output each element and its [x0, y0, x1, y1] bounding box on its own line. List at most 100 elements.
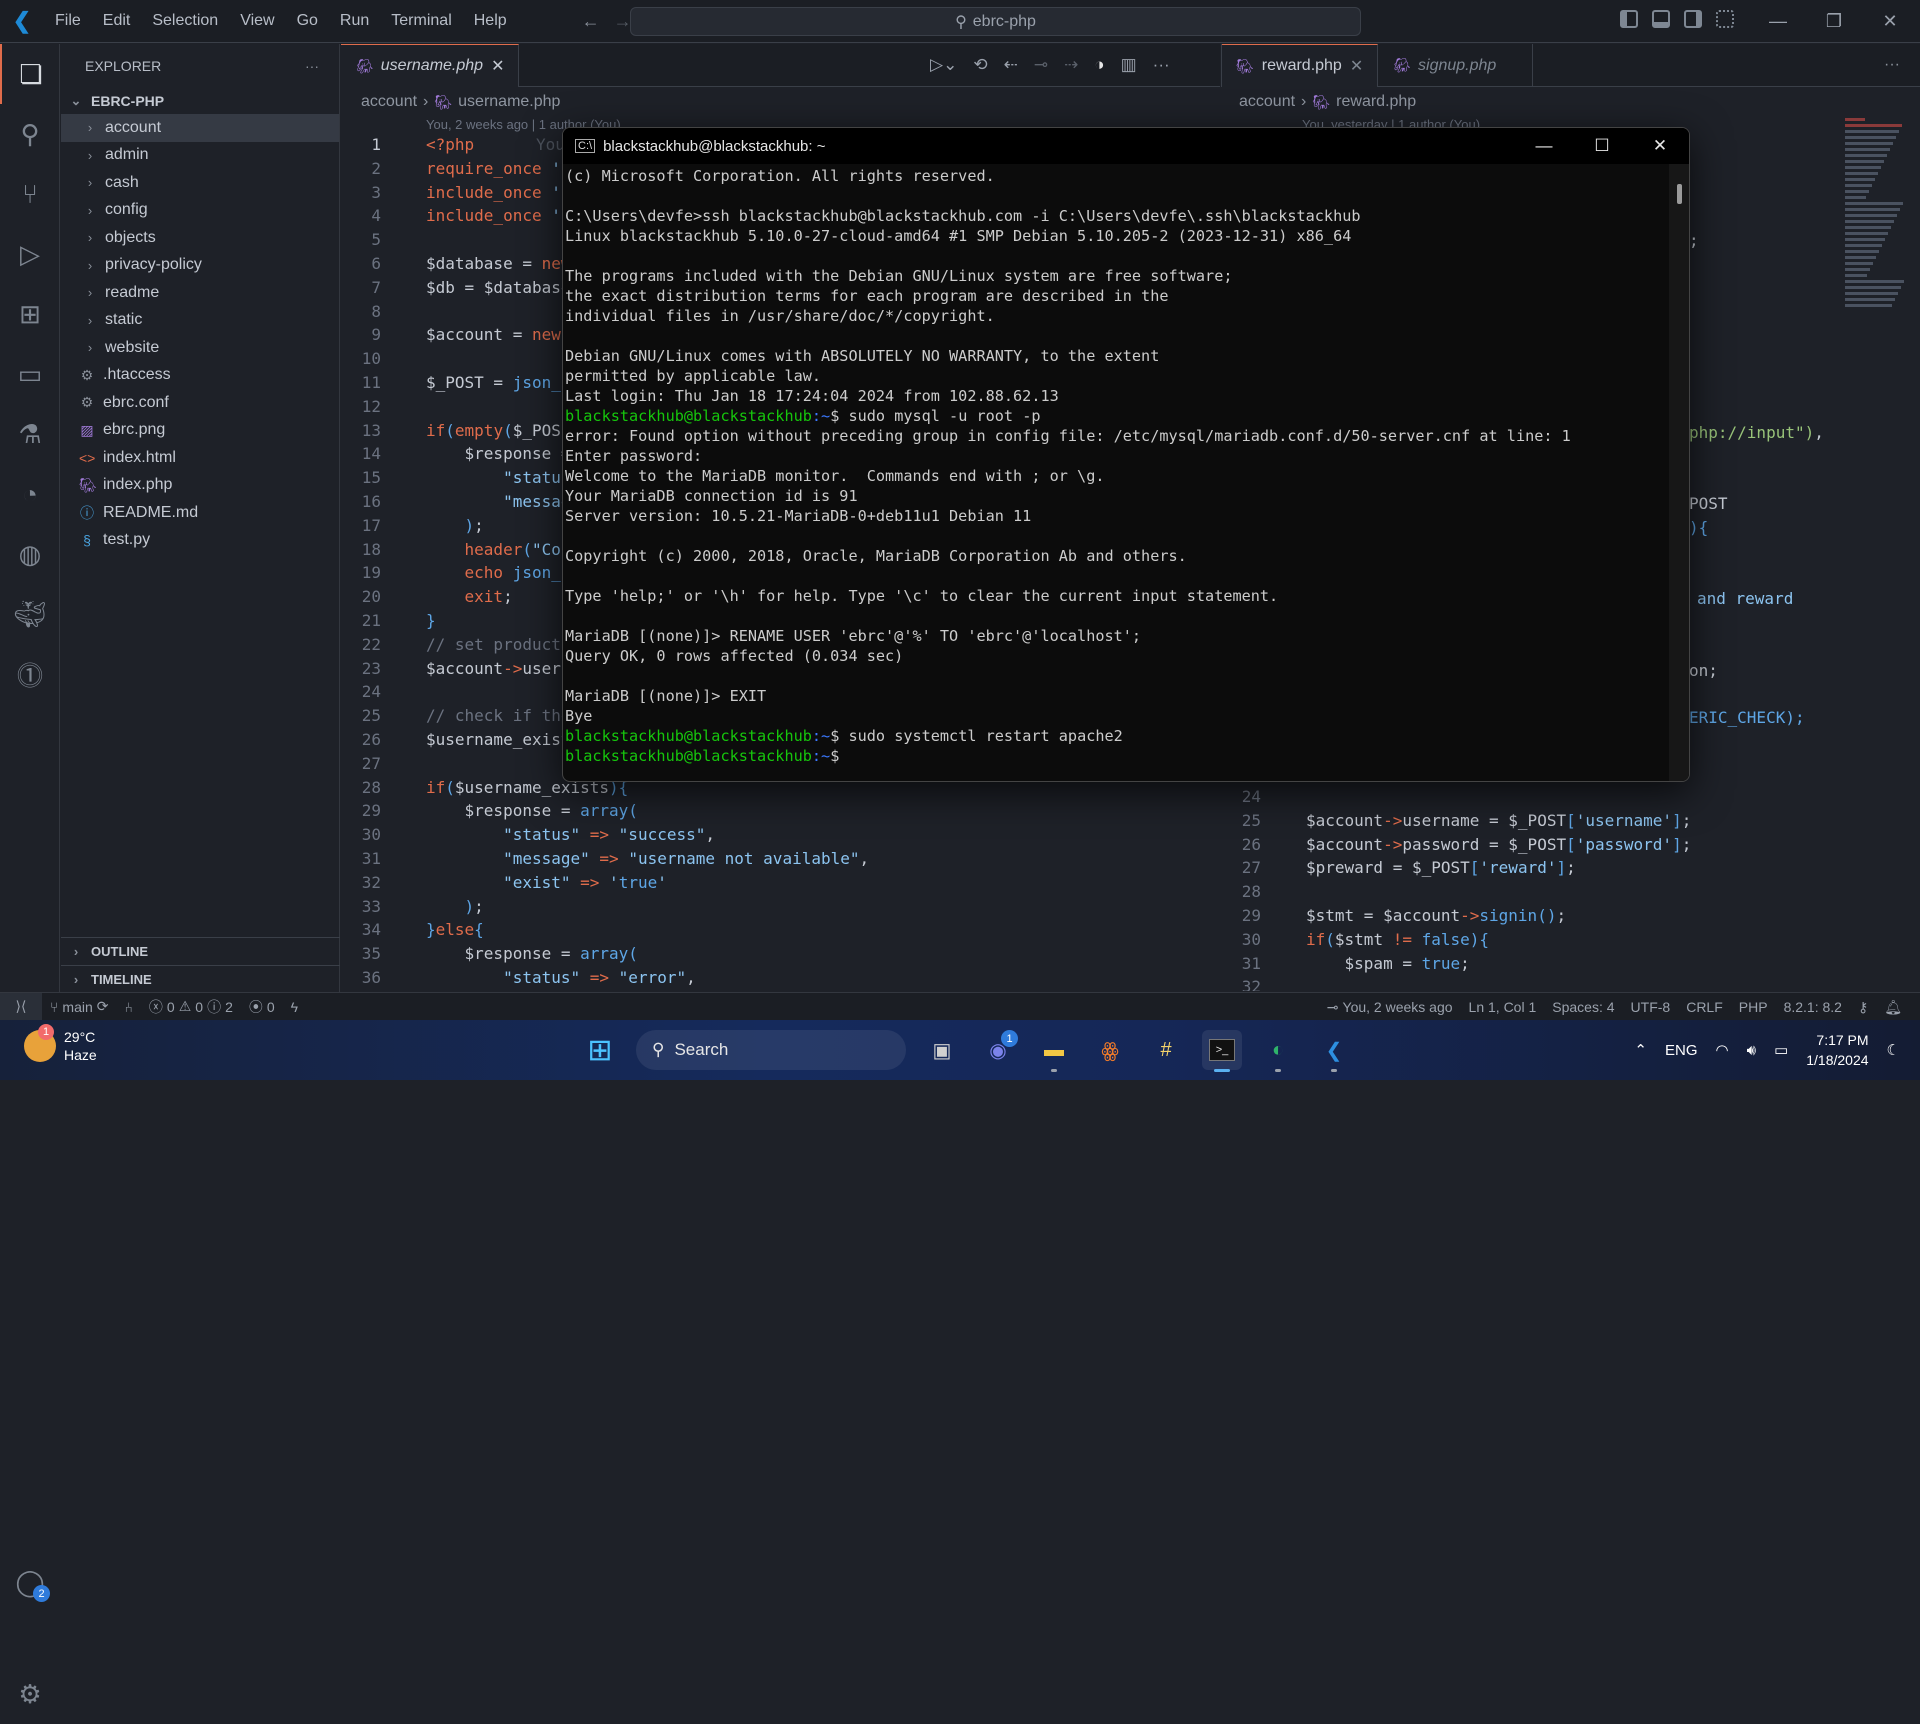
taskbar-app-terminal[interactable]: >_: [1202, 1030, 1242, 1072]
terminal-scrollbar[interactable]: [1669, 164, 1689, 781]
git-graph-icon[interactable]: ◔: [0, 464, 60, 524]
settings-gear-icon[interactable]: ⚙: [0, 1664, 60, 1724]
breadcrumb-folder[interactable]: account: [361, 93, 417, 111]
folder-readme[interactable]: › readme: [61, 279, 339, 307]
file-ebrc.png[interactable]: ▨ ebrc.png: [61, 417, 339, 445]
taskbar-app-edge[interactable]: ◐: [1258, 1030, 1298, 1072]
customize-layout-icon[interactable]: [1716, 10, 1734, 28]
taskbar-search[interactable]: ⚲ Search: [636, 1030, 906, 1070]
close-tab-icon[interactable]: ✕: [491, 56, 504, 76]
taskbar-app-vscode[interactable]: ❮: [1314, 1030, 1354, 1072]
terminal-window[interactable]: C:\ blackstackhub@blackstackhub: ~ — ☐ ✕…: [562, 127, 1690, 782]
restore-icon[interactable]: ❐: [1806, 11, 1862, 32]
folder-website[interactable]: › website: [61, 334, 339, 362]
workspace-root[interactable]: ⌄ EBRC-PHP: [61, 88, 339, 114]
menu-item-run[interactable]: Run: [329, 12, 380, 30]
timeline-history-icon[interactable]: ⟲: [973, 55, 987, 75]
extensions-icon[interactable]: ⊞: [0, 284, 60, 344]
minimize-icon[interactable]: —: [1515, 128, 1573, 164]
previous-change-icon[interactable]: ⇠: [1004, 55, 1018, 75]
outline-section[interactable]: › OUTLINE: [61, 937, 340, 965]
back-arrow-icon[interactable]: ←: [582, 11, 600, 32]
notifications-bell-icon[interactable]: 🔔︎: [1876, 999, 1910, 1016]
wifi-icon[interactable]: ◠: [1716, 1041, 1729, 1059]
tab-username-php[interactable]: 🐘︎ username.php ✕: [341, 44, 520, 87]
more-actions-icon[interactable]: ···: [1884, 56, 1900, 74]
menu-item-edit[interactable]: Edit: [92, 12, 142, 30]
indentation[interactable]: Spaces: 4: [1544, 999, 1622, 1015]
battery-icon[interactable]: ▭: [1774, 1041, 1788, 1059]
line-ending[interactable]: CRLF: [1678, 999, 1731, 1015]
taskbar-app-teams[interactable]: ◉ 1: [978, 1030, 1018, 1070]
run-icon[interactable]: ▷⌄: [930, 55, 957, 75]
minimize-icon[interactable]: —: [1750, 11, 1806, 32]
start-button[interactable]: ⊞: [580, 1030, 620, 1070]
toggle-panel-icon[interactable]: [1652, 10, 1670, 28]
scrollbar-thumb[interactable]: [1677, 184, 1682, 204]
split-editor-icon[interactable]: ▥: [1121, 55, 1137, 75]
language-mode[interactable]: PHP: [1731, 999, 1776, 1015]
input-language[interactable]: ENG: [1665, 1042, 1698, 1059]
folder-objects[interactable]: › objects: [61, 224, 339, 252]
tab-signup-php[interactable]: 🐘︎ signup.php: [1378, 44, 1534, 87]
clock[interactable]: 7:17 PM 1/18/2024: [1806, 1030, 1868, 1070]
taskbar-app-notepad[interactable]: #: [1146, 1030, 1186, 1070]
github-icon[interactable]: ◍: [0, 524, 60, 584]
gitlens-icon[interactable]: ⓵: [0, 644, 60, 704]
git-commit-icon[interactable]: ⊸: [1034, 55, 1048, 75]
more-actions-icon[interactable]: ···: [305, 58, 319, 74]
folder-privacy-policy[interactable]: › privacy-policy: [61, 252, 339, 280]
cursor-position[interactable]: Ln 1, Col 1: [1461, 999, 1545, 1015]
toggle-primary-sidebar-icon[interactable]: [1620, 10, 1638, 28]
maximize-icon[interactable]: ☐: [1573, 128, 1631, 164]
toggle-secondary-sidebar-icon[interactable]: [1684, 10, 1702, 28]
do-not-disturb-moon-icon[interactable]: ☾: [1887, 1041, 1900, 1059]
source-control-icon[interactable]: ⑂: [0, 164, 60, 224]
taskbar-app-xampp[interactable]: ꙮ: [1090, 1030, 1130, 1070]
menu-item-go[interactable]: Go: [286, 12, 329, 30]
remote-indicator-icon[interactable]: ⟩⟨: [0, 992, 42, 1021]
explorer-icon[interactable]: ❏: [0, 44, 60, 104]
key-icon[interactable]: ⚷: [1850, 999, 1876, 1016]
encoding[interactable]: UTF-8: [1623, 999, 1679, 1015]
remote-explorer-icon[interactable]: ▭: [0, 344, 60, 404]
file-.htaccess[interactable]: ⚙ .htaccess: [61, 362, 339, 390]
run-debug-icon[interactable]: ▷: [0, 224, 60, 284]
close-tab-icon[interactable]: ✕: [1350, 56, 1363, 76]
php-version[interactable]: 8.2.1: 8.2: [1776, 999, 1850, 1015]
file-test.py[interactable]: § test.py: [61, 527, 339, 555]
testing-icon[interactable]: ⚗: [0, 404, 60, 464]
menu-item-view[interactable]: View: [229, 12, 285, 30]
breadcrumb-file[interactable]: reward.php: [1336, 93, 1416, 111]
close-icon[interactable]: ✕: [1862, 11, 1918, 32]
folder-cash[interactable]: › cash: [61, 169, 339, 197]
sync-icon[interactable]: ⟳: [97, 998, 109, 1015]
weather-widget[interactable]: 1 29°C Haze: [24, 1024, 97, 1064]
menu-item-help[interactable]: Help: [463, 12, 518, 30]
tab-reward-php[interactable]: 🐘︎ reward.php ✕: [1222, 44, 1379, 87]
next-change-icon[interactable]: ⇢: [1064, 55, 1078, 75]
menu-item-selection[interactable]: Selection: [141, 12, 229, 30]
accounts-icon[interactable]: ◯ 2: [0, 1552, 60, 1612]
breadcrumb-file[interactable]: username.php: [458, 93, 560, 111]
command-center-search[interactable]: ⚲ ebrc-php: [630, 7, 1361, 36]
file-index.html[interactable]: <> index.html: [61, 444, 339, 472]
volume-icon[interactable]: 🔊︎: [1747, 1042, 1756, 1059]
timeline-section[interactable]: › TIMELINE: [61, 965, 340, 993]
folder-static[interactable]: › static: [61, 307, 339, 335]
file-ebrc.conf[interactable]: ⚙ ebrc.conf: [61, 389, 339, 417]
folder-account[interactable]: › account: [61, 114, 339, 142]
taskbar-app-task-view[interactable]: ▣: [922, 1030, 962, 1070]
docker-icon[interactable]: 🐳︎: [0, 584, 60, 644]
lightning-icon[interactable]: ϟ: [283, 999, 306, 1015]
problems-indicator[interactable]: ⓧ 0 ⚠ 0 ⓘ 2: [141, 997, 241, 1017]
file-index.php[interactable]: 🐘︎ index.php: [61, 472, 339, 500]
branch-indicator[interactable]: ⑂ main ⟳: [42, 998, 117, 1015]
folder-admin[interactable]: › admin: [61, 142, 339, 170]
forward-arrow-icon[interactable]: →: [614, 11, 632, 32]
close-icon[interactable]: ✕: [1631, 128, 1689, 164]
show-hidden-icons-chevron-icon[interactable]: ⌃: [1634, 1041, 1647, 1059]
breadcrumb-folder[interactable]: account: [1239, 93, 1295, 111]
more-actions-icon[interactable]: ···: [1153, 55, 1170, 75]
folder-config[interactable]: › config: [61, 197, 339, 225]
